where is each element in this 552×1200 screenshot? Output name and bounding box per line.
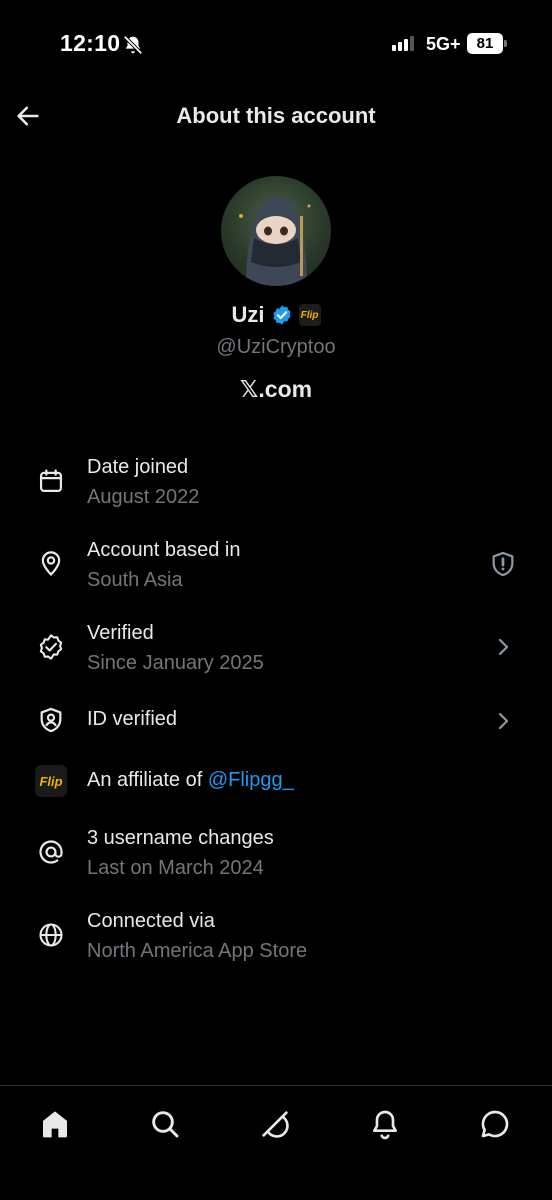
username-changes-title: 3 username changes	[87, 827, 274, 849]
based-in-title: Account based in	[87, 539, 241, 561]
username-changes-value: Last on March 2024	[87, 857, 264, 879]
grok-icon	[262, 1111, 289, 1138]
signal-icon	[392, 35, 414, 51]
verified-badge-icon	[272, 305, 291, 325]
id-verified-title: ID verified	[87, 708, 178, 730]
nav-messages[interactable]	[475, 1104, 515, 1144]
verified-value: Since January 2025	[87, 652, 264, 674]
nav-grok[interactable]	[255, 1104, 295, 1144]
header: About this account	[0, 90, 552, 142]
connected-via-value: North America App Store	[87, 940, 308, 962]
status-time: 12:10	[60, 30, 121, 56]
network-type: 5G+	[426, 34, 461, 54]
profile-name-row: Uzi Flip	[0, 302, 552, 328]
bell-off-icon	[123, 35, 143, 55]
info-row-username-changes: 3 username changes Last on March 2024	[0, 823, 552, 893]
notifications-icon	[373, 1110, 397, 1140]
bottom-nav	[0, 1085, 552, 1200]
shield-alert-icon[interactable]	[488, 549, 518, 579]
chevron-right-icon	[488, 706, 518, 736]
messages-icon	[481, 1110, 509, 1138]
nav-home[interactable]	[35, 1104, 75, 1144]
search-icon	[152, 1111, 179, 1138]
info-row-date-joined: Date joined August 2022	[0, 452, 552, 522]
date-joined-title: Date joined	[87, 456, 189, 478]
globe-icon	[34, 918, 68, 952]
info-row-id-verified[interactable]: ID verified	[0, 700, 552, 744]
avatar[interactable]	[221, 176, 331, 286]
platform-label: 𝕏.com	[239, 376, 313, 402]
info-row-verified[interactable]: Verified Since January 2025	[0, 618, 552, 688]
profile-handle: @UziCryptoo	[216, 336, 336, 358]
chevron-right-icon	[488, 632, 518, 662]
date-joined-value: August 2022	[87, 486, 200, 508]
calendar-icon	[34, 464, 68, 498]
info-row-connected-via: Connected via North America App Store	[0, 906, 552, 976]
page-title: About this account	[176, 103, 376, 128]
status-bar: 12:10 5G+ 81	[0, 0, 552, 90]
home-icon	[43, 1111, 67, 1138]
affiliate-badge-icon[interactable]: Flip	[298, 304, 321, 326]
nav-search[interactable]	[145, 1104, 185, 1144]
connected-via-title: Connected via	[87, 910, 215, 932]
profile-name: Uzi	[231, 302, 265, 327]
verified-title: Verified	[87, 622, 154, 644]
id-shield-icon	[34, 703, 68, 737]
battery-icon: 81	[467, 33, 507, 54]
location-pin-icon	[34, 547, 68, 581]
at-icon	[34, 835, 68, 869]
nav-notifications[interactable]	[365, 1104, 405, 1144]
affiliate-logo-icon: Flip	[34, 764, 68, 798]
based-in-value: South Asia	[87, 569, 183, 591]
avatar-illustration	[239, 196, 311, 286]
affiliate-title: An affiliate of @Flipgg_	[87, 769, 294, 791]
info-row-based-in: Account based in South Asia	[0, 535, 552, 605]
affiliate-link[interactable]: @Flipgg_	[208, 769, 294, 791]
info-row-affiliate: Flip An affiliate of @Flipgg_	[0, 762, 552, 802]
verified-badge-outline-icon	[34, 630, 68, 664]
